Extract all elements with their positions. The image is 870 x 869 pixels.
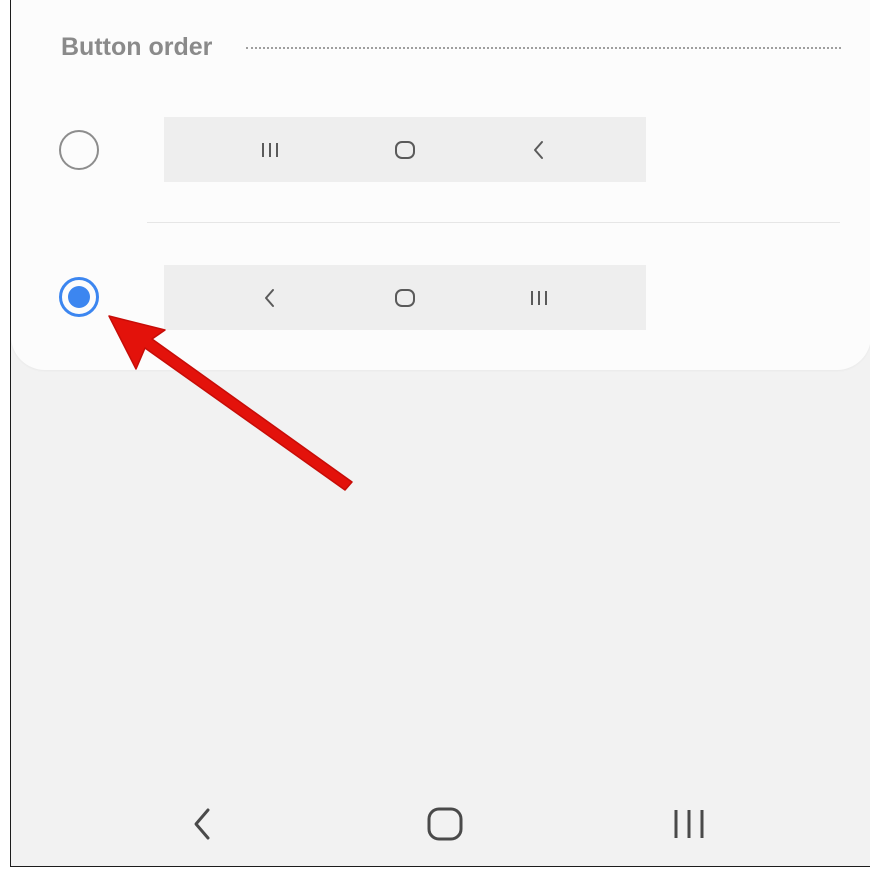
recents-icon bbox=[262, 143, 278, 157]
back-icon bbox=[194, 808, 210, 840]
nav-recents-button[interactable] bbox=[665, 800, 713, 848]
section-header: Button order bbox=[61, 30, 841, 64]
back-icon bbox=[534, 141, 543, 159]
nav-back-button[interactable] bbox=[178, 800, 226, 848]
option-back-home-recents[interactable] bbox=[11, 257, 870, 337]
navigation-bar bbox=[11, 780, 870, 866]
back-icon bbox=[265, 289, 274, 307]
button-order-card: Button order bbox=[11, 0, 870, 370]
home-icon bbox=[427, 807, 463, 841]
recents-icon bbox=[674, 810, 704, 838]
option-recents-home-back[interactable] bbox=[11, 110, 870, 190]
nav-home-button[interactable] bbox=[421, 800, 469, 848]
preview-recents-home-back[interactable] bbox=[164, 117, 646, 182]
recents-icon bbox=[531, 291, 547, 305]
radio-back-home-recents[interactable] bbox=[59, 277, 99, 317]
option-divider bbox=[147, 222, 840, 223]
radio-recents-home-back[interactable] bbox=[59, 130, 99, 170]
home-icon bbox=[395, 289, 415, 307]
section-divider-dotted bbox=[246, 47, 841, 49]
preview-back-home-recents[interactable] bbox=[164, 265, 646, 330]
screen: Button order bbox=[10, 0, 870, 867]
section-title: Button order bbox=[61, 32, 213, 61]
home-icon bbox=[395, 141, 415, 159]
